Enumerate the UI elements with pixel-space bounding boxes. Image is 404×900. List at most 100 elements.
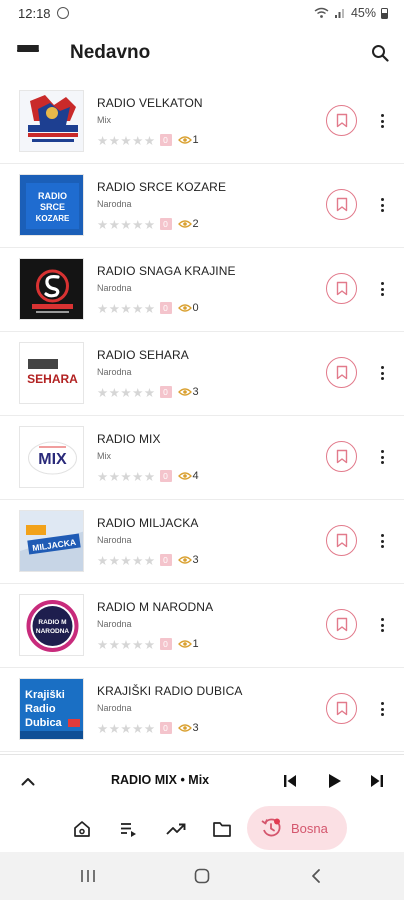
station-logo: SEHARA	[19, 342, 84, 404]
expand-player-button[interactable]	[16, 769, 40, 793]
nav-playlist[interactable]	[114, 815, 142, 843]
station-row[interactable]: RADIO VELKATON Mix ★★★★★ 0 1	[0, 80, 404, 164]
station-genre: Narodna	[97, 283, 132, 293]
nav-country[interactable]: Bosna	[247, 806, 347, 850]
status-bar: 12:18 45%	[0, 0, 404, 26]
bookmark-icon	[336, 449, 347, 464]
bookmark-icon	[336, 617, 347, 632]
station-meta: ★★★★★ 0 3	[97, 721, 199, 736]
station-row[interactable]: MIX RADIO MIX Mix ★★★★★ 0 4	[0, 416, 404, 500]
skip-next-icon	[371, 775, 383, 787]
view-count: 0	[177, 302, 199, 314]
mini-player[interactable]: RADIO MIX • Mix	[0, 754, 404, 806]
status-indicators: 45%	[314, 6, 388, 20]
view-count: 3	[177, 386, 199, 398]
bookmark-icon	[336, 533, 347, 548]
station-genre: Narodna	[97, 535, 132, 545]
station-name: RADIO SEHARA	[97, 348, 189, 362]
station-logo	[19, 258, 84, 320]
station-logo: RADIO SRCE KOZARE	[19, 174, 84, 236]
nav-folders[interactable]	[208, 815, 236, 843]
view-count: 4	[177, 470, 199, 482]
station-meta: ★★★★★ 0 3	[97, 553, 199, 568]
more-options-button[interactable]	[372, 104, 392, 138]
favorite-button[interactable]	[326, 105, 357, 136]
favorite-button[interactable]	[326, 609, 357, 640]
rating-stars-icon: ★★★★★	[97, 385, 156, 400]
more-options-button[interactable]	[372, 272, 392, 306]
play-button[interactable]	[323, 769, 347, 793]
chevron-up-icon	[21, 777, 35, 785]
home-circle-icon	[194, 868, 210, 884]
view-count: 3	[177, 722, 199, 734]
view-count-value: 1	[192, 134, 199, 146]
station-name: KRAJIŠKI RADIO DUBICA	[97, 684, 243, 698]
favorite-button[interactable]	[326, 441, 357, 472]
view-count-value: 0	[192, 302, 199, 314]
logo-text: MIX	[38, 451, 67, 468]
home-icon	[74, 821, 90, 837]
favorite-button[interactable]	[326, 357, 357, 388]
station-row[interactable]: RADIO SNAGA KRAJINE Narodna ★★★★★ 0 0	[0, 248, 404, 332]
rating-count-badge: 0	[159, 302, 172, 314]
more-options-button[interactable]	[372, 608, 392, 642]
trending-up-icon	[166, 823, 186, 835]
rating-stars-icon: ★★★★★	[97, 217, 156, 232]
station-row[interactable]: MILJACKA RADIO MILJACKA Narodna ★★★★★ 0 …	[0, 500, 404, 584]
back-button[interactable]	[306, 866, 326, 886]
play-icon	[329, 774, 341, 788]
station-logo: Krajiški Radio Dubica	[19, 678, 84, 740]
more-options-button[interactable]	[372, 524, 392, 558]
bookmark-icon	[336, 281, 347, 296]
home-system-button[interactable]	[192, 866, 212, 886]
next-button[interactable]	[365, 769, 389, 793]
nav-trending[interactable]	[162, 815, 190, 843]
search-button[interactable]	[356, 26, 404, 80]
favorite-button[interactable]	[326, 273, 357, 304]
more-options-button[interactable]	[372, 356, 392, 390]
station-row[interactable]: Krajiški Radio Dubica KRAJIŠKI RADIO DUB…	[0, 668, 404, 752]
history-icon	[259, 816, 283, 840]
favorite-button[interactable]	[326, 189, 357, 220]
station-name: RADIO SNAGA KRAJINE	[97, 264, 236, 278]
view-count-value: 3	[192, 722, 199, 734]
skip-previous-icon	[284, 775, 296, 787]
station-row[interactable]: RADIO SRCE KOZARE RADIO SRCE KOZARE Naro…	[0, 164, 404, 248]
view-count-value: 4	[192, 470, 199, 482]
bookmark-icon	[336, 113, 347, 128]
nav-home[interactable]	[68, 815, 96, 843]
station-meta: ★★★★★ 0 1	[97, 637, 199, 652]
station-meta: ★★★★★ 0 3	[97, 385, 199, 400]
station-row[interactable]: SEHARA RADIO SEHARA Narodna ★★★★★ 0 3	[0, 332, 404, 416]
menu-button[interactable]	[0, 26, 56, 80]
bottom-navigation: Bosna	[0, 806, 404, 852]
rating-count-badge: 0	[159, 554, 172, 566]
station-name: RADIO SRCE KOZARE	[97, 180, 227, 194]
view-count-value: 2	[192, 218, 199, 230]
favorite-button[interactable]	[326, 525, 357, 556]
whatsapp-icon	[56, 7, 69, 19]
hamburger-icon	[17, 45, 39, 61]
more-options-button[interactable]	[372, 692, 392, 726]
station-row[interactable]: RADIO M NARODNA RADIO M NARODNA Narodna …	[0, 584, 404, 668]
station-genre: Narodna	[97, 199, 132, 209]
eye-icon	[177, 724, 192, 732]
logo-text: SEHARA	[27, 372, 78, 386]
recent-apps-button[interactable]	[78, 866, 98, 886]
rating-count-badge: 0	[159, 470, 172, 482]
station-logo	[19, 90, 84, 152]
recent-apps-icon	[81, 870, 95, 882]
system-navigation-bar	[0, 852, 404, 900]
view-count: 2	[177, 218, 199, 230]
more-options-button[interactable]	[372, 188, 392, 222]
logo-text: Krajiški	[25, 689, 65, 701]
view-count-value: 3	[192, 386, 199, 398]
more-options-button[interactable]	[372, 440, 392, 474]
previous-button[interactable]	[278, 769, 302, 793]
station-logo: RADIO M NARODNA	[19, 594, 84, 656]
view-count: 3	[177, 554, 199, 566]
favorite-button[interactable]	[326, 693, 357, 724]
rating-stars-icon: ★★★★★	[97, 301, 156, 316]
eye-icon	[177, 388, 192, 396]
station-name: RADIO VELKATON	[97, 96, 203, 110]
